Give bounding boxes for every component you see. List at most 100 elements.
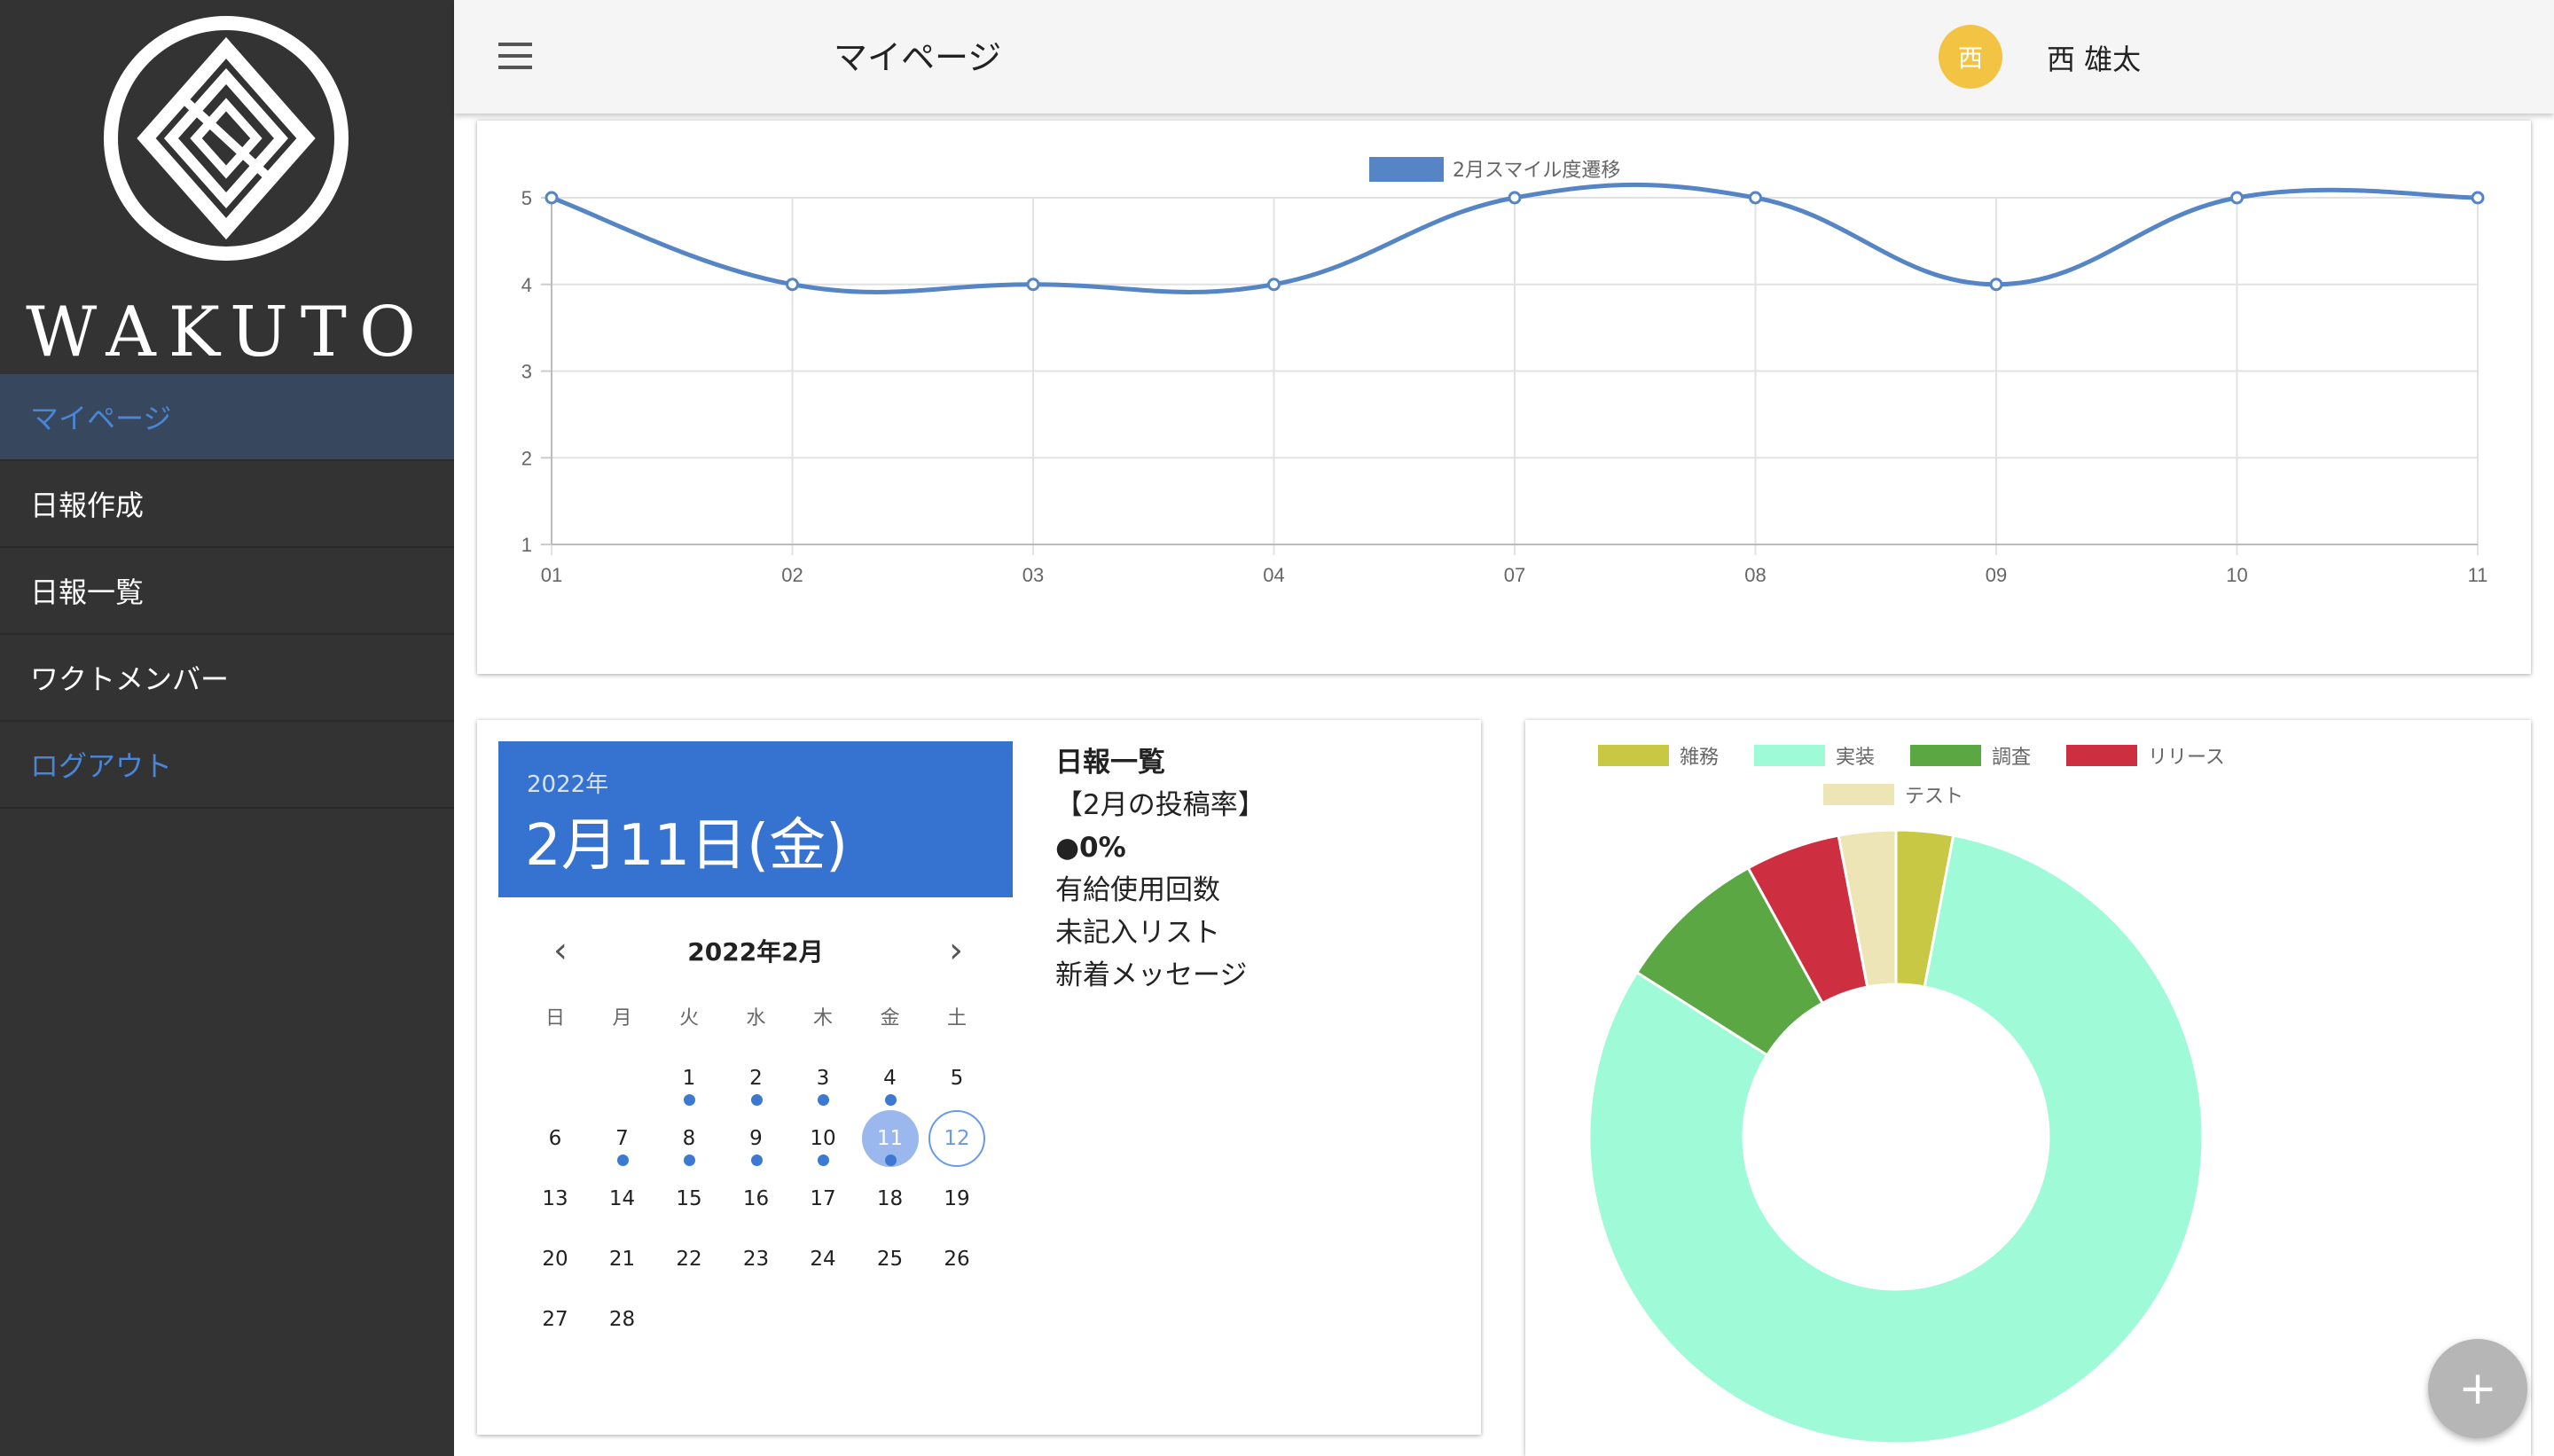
calendar-year[interactable]: 2022年 xyxy=(527,766,608,799)
y-tick-label: 1 xyxy=(521,534,532,556)
paid-leave-count: 有給使用回数 xyxy=(1055,874,1220,906)
sidebar-item-members[interactable]: ワクトメンバー xyxy=(0,635,454,722)
wakuto-logo-icon xyxy=(104,16,349,261)
legend-swatch[interactable] xyxy=(1754,745,1825,766)
calendar-card: 2022年 2月11日(金) ‹ 2022年2月 › 日月火水木金土 12345… xyxy=(477,720,1481,1435)
calendar-day[interactable]: 23 xyxy=(728,1231,785,1288)
weekday-label: 月 xyxy=(612,1007,632,1029)
chevron-right-icon[interactable]: › xyxy=(938,930,974,971)
calendar-day[interactable]: 19 xyxy=(928,1170,985,1227)
calendar-day[interactable]: 6 xyxy=(527,1110,584,1167)
sidebar-item-logout[interactable]: ログアウト xyxy=(0,722,454,809)
legend-swatch[interactable] xyxy=(1910,745,1981,766)
calendar-day[interactable]: 15 xyxy=(661,1170,717,1227)
sidebar-nav: マイページ 日報作成 日報一覧 ワクトメンバー ログアウト xyxy=(0,374,454,809)
legend-label[interactable]: 2月スマイル度遷移 xyxy=(1453,160,1620,182)
add-button[interactable]: + xyxy=(2428,1339,2527,1438)
y-tick-label: 4 xyxy=(521,274,532,296)
calendar-day[interactable]: 25 xyxy=(862,1231,919,1288)
posting-rate-label: 【2月の投稿率】 xyxy=(1055,789,1265,821)
calendar-days: 1 2 3 4 5 6 7 8 9 10 11 12 13 14 15 16 17 18 19 20 21 22 23 24 2… xyxy=(527,1050,997,1369)
calendar-day[interactable]: 22 xyxy=(661,1231,717,1288)
logo: WAKUTO xyxy=(0,0,454,372)
weekday-label: 日 xyxy=(544,1007,565,1029)
weekday-label: 水 xyxy=(746,1007,766,1029)
unfilled-list: 未記入リスト xyxy=(1055,917,1220,949)
report-marker-dot xyxy=(750,1094,763,1106)
y-tick-label: 5 xyxy=(521,187,532,209)
smile-line-chart: 2月スマイル度遷移 1 2 3 4 5 01 02 03 04 07 08 09 10 11 xyxy=(521,157,2488,586)
avatar[interactable]: 西 xyxy=(1939,25,2002,89)
calendar-day[interactable]: 14 xyxy=(594,1170,651,1227)
calendar-header: 2022年 2月11日(金) xyxy=(498,741,1013,897)
x-tick-label: 10 xyxy=(2226,564,2247,586)
calendar-day[interactable]: 13 xyxy=(527,1170,584,1227)
sidebar-item-report-list[interactable]: 日報一覧 xyxy=(0,548,454,635)
report-marker-dot xyxy=(750,1155,763,1166)
x-tick-label: 09 xyxy=(1986,564,2007,586)
data-point[interactable] xyxy=(1749,191,1762,205)
legend-label[interactable]: 調査 xyxy=(1992,747,2031,769)
report-marker-dot xyxy=(884,1094,897,1106)
y-tick-label: 3 xyxy=(521,361,532,383)
posting-rate-value: ●0% xyxy=(1055,832,1126,864)
report-marker-dot xyxy=(616,1155,629,1166)
calendar-day[interactable]: 21 xyxy=(594,1231,651,1288)
legend-swatch[interactable] xyxy=(1369,157,1444,182)
data-point[interactable] xyxy=(1508,191,1522,205)
data-point[interactable] xyxy=(1989,278,2003,292)
calendar-day[interactable]: 5 xyxy=(928,1050,985,1107)
weekday-label: 木 xyxy=(812,1007,833,1029)
report-marker-dot xyxy=(684,1155,695,1166)
calendar-day[interactable]: 17 xyxy=(795,1170,851,1227)
legend-label[interactable]: 雑務 xyxy=(1680,747,1719,769)
sidebar-item-mypage[interactable]: マイページ xyxy=(0,374,454,461)
calendar-day[interactable]: 24 xyxy=(795,1231,851,1288)
report-marker-dot xyxy=(684,1094,695,1106)
calendar-day[interactable]: 20 xyxy=(527,1231,584,1288)
legend-label[interactable]: リリース xyxy=(2148,747,2225,769)
x-tick-label: 02 xyxy=(781,564,803,586)
menu-icon[interactable] xyxy=(498,43,532,69)
legend-swatch[interactable] xyxy=(1598,745,1669,766)
calendar-day[interactable]: 27 xyxy=(527,1291,584,1348)
report-list-title: 日報一覧 xyxy=(1055,747,1165,779)
data-point[interactable] xyxy=(1267,278,1281,292)
legend-label[interactable]: テスト xyxy=(1905,786,1963,808)
calendar-day[interactable]: 28 xyxy=(594,1291,651,1348)
brand-name: WAKUTO xyxy=(26,293,428,372)
new-messages: 新着メッセージ xyxy=(1055,959,1248,991)
calendar-nav: ‹ 2022年2月 › xyxy=(498,906,1013,995)
x-tick-label: 04 xyxy=(1263,564,1284,586)
data-point[interactable] xyxy=(1026,278,1040,292)
sidebar-item-create-report[interactable]: 日報作成 xyxy=(0,461,454,548)
data-point[interactable] xyxy=(544,191,559,205)
data-point[interactable] xyxy=(786,278,799,292)
calendar-day[interactable]: 26 xyxy=(928,1231,985,1288)
calendar-day[interactable]: 12 xyxy=(928,1110,985,1167)
x-tick-label: 11 xyxy=(2468,564,2488,586)
top-app-bar: マイページ 西 西 雄太 xyxy=(454,0,2554,114)
x-tick-label: 07 xyxy=(1504,564,1525,586)
report-marker-dot xyxy=(884,1155,897,1166)
calendar-day[interactable]: 18 xyxy=(862,1170,919,1227)
data-point[interactable] xyxy=(2230,191,2244,205)
calendar-day[interactable]: 16 xyxy=(728,1170,785,1227)
calendar-month-label[interactable]: 2022年2月 xyxy=(498,933,1013,968)
report-summary: 日報一覧 【2月の投稿率】 ●0% 有給使用回数 未記入リスト 新着メッセージ xyxy=(1055,741,1463,997)
legend-label[interactable]: 実装 xyxy=(1836,747,1875,769)
weekday-label: 金 xyxy=(880,1007,900,1029)
x-tick-label: 03 xyxy=(1022,564,1044,586)
legend-swatch[interactable] xyxy=(2066,745,2137,766)
smile-chart-card: 2月スマイル度遷移 1 2 3 4 5 01 02 03 04 07 08 09 10 11 xyxy=(477,121,2531,674)
page-title: マイページ xyxy=(834,38,1002,77)
legend-swatch[interactable] xyxy=(1823,784,1894,805)
user-name[interactable]: 西 雄太 xyxy=(2047,37,2141,78)
calendar-weekdays: 日月火水木金土 xyxy=(527,1002,997,1037)
weekday-label: 火 xyxy=(678,1007,699,1029)
report-marker-dot xyxy=(818,1094,829,1106)
x-tick-label: 01 xyxy=(541,564,562,586)
data-point[interactable] xyxy=(2471,191,2485,205)
task-donut-chart: 雑務 実装 調査 リリーステスト xyxy=(1587,745,2225,1445)
x-tick-label: 08 xyxy=(1744,564,1766,586)
